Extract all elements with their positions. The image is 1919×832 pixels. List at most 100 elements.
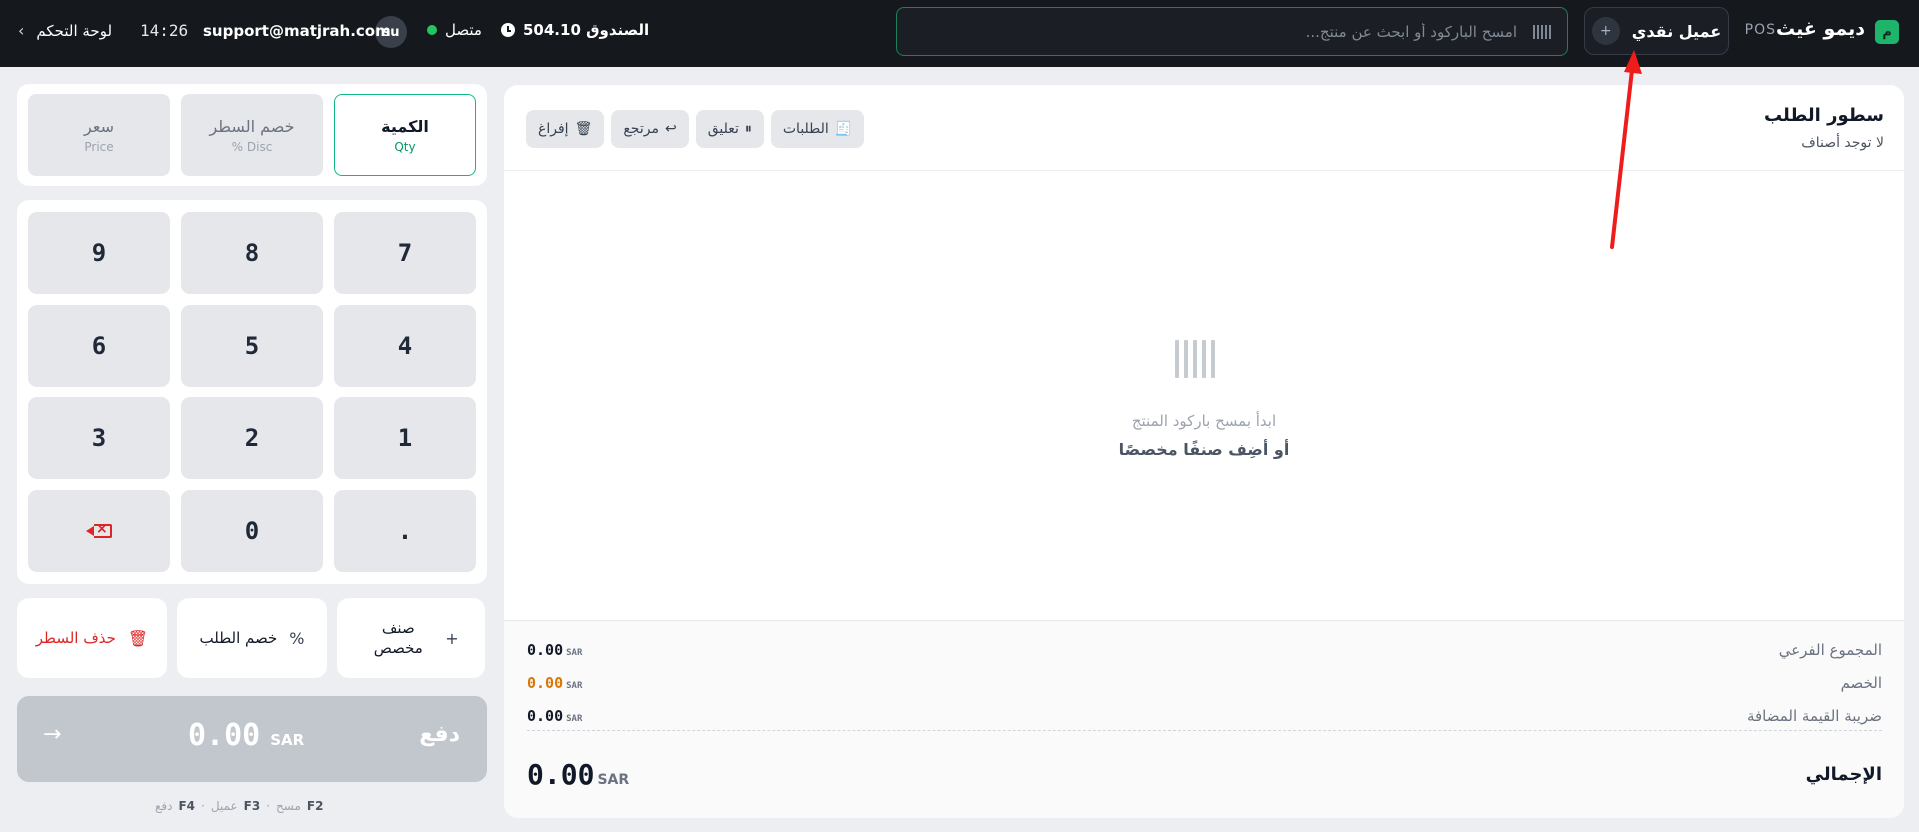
clear-button[interactable]: إفراغ 🗑 bbox=[526, 110, 605, 148]
shortcut-f2-key: F2 bbox=[306, 799, 324, 813]
key-3[interactable]: 3 bbox=[28, 397, 170, 479]
subtotal-row: 0.00 SAR المجموع الفرعي bbox=[527, 637, 1882, 663]
return-label: مرتجع bbox=[623, 121, 659, 137]
till-label: الصندوق 504.10 bbox=[523, 21, 650, 39]
key-5[interactable]: 5 bbox=[181, 305, 323, 387]
return-arrow-icon: ↩ bbox=[664, 121, 677, 137]
product-search bbox=[896, 7, 1568, 56]
discount-label: الخصم bbox=[1840, 674, 1882, 692]
key-7[interactable]: 7 bbox=[334, 212, 476, 294]
order-panel: سطور الطلب لا توجد أصناف إفراغ 🗑 مرتجع ↩… bbox=[504, 85, 1904, 818]
orders-label: الطلبات bbox=[782, 121, 829, 137]
clock-icon bbox=[501, 23, 515, 37]
mode-qty-label: الكمية bbox=[381, 116, 429, 136]
customer-label: عميل نقدي bbox=[1631, 21, 1722, 41]
top-bar: م ديمو غيث POS عميل نقدي + الصندوق 504.1… bbox=[0, 0, 1919, 67]
pause-icon: ⏸ bbox=[744, 121, 752, 137]
till-balance: الصندوق 504.10 bbox=[501, 21, 649, 39]
key-1[interactable]: 1 bbox=[334, 397, 476, 479]
grand-total-label: الإجمالي bbox=[1805, 763, 1882, 785]
totals-separator bbox=[527, 730, 1882, 731]
clock-time: 14:26 bbox=[140, 21, 189, 40]
pay-button[interactable]: → 0.00 SAR دفع bbox=[17, 696, 487, 782]
shortcut-f4-label: دفع bbox=[155, 799, 173, 813]
custom-item-label: صنف مخصص bbox=[373, 619, 423, 657]
custom-item-button[interactable]: صنف مخصص + bbox=[337, 598, 485, 678]
key-decimal[interactable]: . bbox=[334, 490, 476, 572]
suspend-button[interactable]: تعليق ⏸ bbox=[695, 110, 764, 148]
orders-button[interactable]: الطلبات 🧾 bbox=[770, 110, 865, 148]
brand-logo-icon: م bbox=[1875, 20, 1899, 44]
key-4[interactable]: 4 bbox=[334, 305, 476, 387]
mode-price-sublabel: Price bbox=[84, 139, 114, 154]
receipt-icon: 🧾 bbox=[834, 121, 853, 137]
key-9[interactable]: 9 bbox=[28, 212, 170, 294]
vat-value: 0.00 SAR bbox=[527, 707, 583, 725]
mode-line-discount-button[interactable]: خصم السطر % Disc bbox=[181, 94, 323, 176]
shortcut-separator: · bbox=[266, 799, 271, 813]
vat-label: ضريبة القيمة المضافة bbox=[1746, 707, 1882, 725]
order-title: سطور الطلب bbox=[1763, 105, 1884, 126]
pay-label: دفع bbox=[419, 722, 460, 747]
numpad: 7 8 9 4 5 6 1 2 3 . 0 bbox=[17, 200, 487, 584]
order-discount-button[interactable]: خصم الطلب % bbox=[177, 598, 327, 678]
dashboard-link[interactable]: ‹ لوحة التحكم bbox=[18, 21, 112, 40]
mode-qty-button[interactable]: الكمية Qty bbox=[334, 94, 476, 176]
totals-section: 0.00 SAR المجموع الفرعي 0.00 SAR الخصم 0.0… bbox=[504, 620, 1904, 818]
return-button[interactable]: مرتجع ↩ bbox=[611, 110, 689, 148]
suspend-label: تعليق bbox=[707, 121, 739, 137]
plus-icon: + bbox=[445, 628, 459, 648]
shortcut-f3-key: F3 bbox=[243, 799, 261, 813]
pay-currency: SAR bbox=[270, 731, 305, 749]
pay-amount: 0.00 SAR bbox=[188, 718, 304, 753]
plus-icon: + bbox=[1591, 17, 1620, 45]
key-6[interactable]: 6 bbox=[28, 305, 170, 387]
mode-discount-sublabel: % Disc bbox=[231, 139, 273, 154]
status-label: متصل bbox=[445, 21, 482, 39]
grand-total-row: 0.00 SAR الإجمالي bbox=[527, 755, 1882, 793]
trash-icon: 🗑 bbox=[574, 121, 593, 137]
key-2[interactable]: 2 bbox=[181, 397, 323, 479]
backspace-icon bbox=[86, 521, 112, 538]
grand-total-value: 0.00 SAR bbox=[527, 757, 630, 791]
mode-price-button[interactable]: سعر Price bbox=[28, 94, 170, 176]
shortcut-f4-key: F4 bbox=[178, 799, 196, 813]
search-input[interactable] bbox=[955, 18, 1519, 46]
key-0[interactable]: 0 bbox=[181, 490, 323, 572]
status-dot-icon bbox=[427, 25, 437, 35]
divider bbox=[504, 170, 1904, 171]
percent-icon: % bbox=[289, 628, 305, 648]
pos-tag: POS bbox=[1744, 22, 1776, 38]
keyboard-shortcuts: دفع F4 · عميل F3 · مسح F2 bbox=[155, 799, 323, 813]
user-email: support@matjrah.com bbox=[203, 22, 391, 40]
dashboard-label: لوحة التحكم bbox=[36, 21, 113, 40]
key-8[interactable]: 8 bbox=[181, 212, 323, 294]
customer-select-button[interactable]: عميل نقدي + bbox=[1584, 7, 1729, 55]
pay-amount-value: 0.00 bbox=[188, 718, 261, 753]
input-mode-panel: الكمية Qty خصم السطر % Disc سعر Price bbox=[17, 84, 487, 186]
connection-status: متصل bbox=[427, 21, 482, 39]
add-custom-item-link[interactable]: أو أضِف صنفًا مخصصًا bbox=[504, 440, 1904, 459]
mode-discount-label: خصم السطر bbox=[209, 116, 295, 136]
brand-name: ديمو غيث bbox=[1776, 18, 1865, 40]
empty-hint: ابدأ بمسح باركود المنتج bbox=[1131, 412, 1277, 430]
shortcut-f2-label: مسح bbox=[276, 799, 301, 813]
clear-label: إفراغ bbox=[538, 121, 569, 137]
shortcut-f3-label: عميل bbox=[210, 799, 238, 813]
barcode-icon bbox=[1533, 25, 1551, 39]
backspace-key[interactable] bbox=[28, 490, 170, 572]
shortcut-separator: · bbox=[201, 799, 205, 813]
mode-qty-sublabel: Qty bbox=[394, 139, 416, 154]
order-discount-label: خصم الطلب bbox=[199, 629, 278, 647]
arrow-right-icon: → bbox=[43, 722, 62, 747]
empty-barcode-icon bbox=[1175, 340, 1215, 378]
subtotal-label: المجموع الفرعي bbox=[1778, 641, 1882, 659]
chevron-left-icon: ‹ bbox=[18, 21, 25, 40]
order-actions: إفراغ 🗑 مرتجع ↩ تعليق ⏸ الطلبات 🧾 bbox=[526, 110, 865, 148]
discount-value: 0.00 SAR bbox=[527, 674, 583, 692]
order-subtitle: لا توجد أصناف bbox=[1801, 135, 1884, 151]
delete-line-button[interactable]: حذف السطر 🗑 bbox=[17, 598, 167, 678]
trash-icon: 🗑 bbox=[127, 628, 149, 648]
mode-price-label: سعر bbox=[84, 116, 114, 136]
discount-row: 0.00 SAR الخصم bbox=[527, 670, 1882, 696]
